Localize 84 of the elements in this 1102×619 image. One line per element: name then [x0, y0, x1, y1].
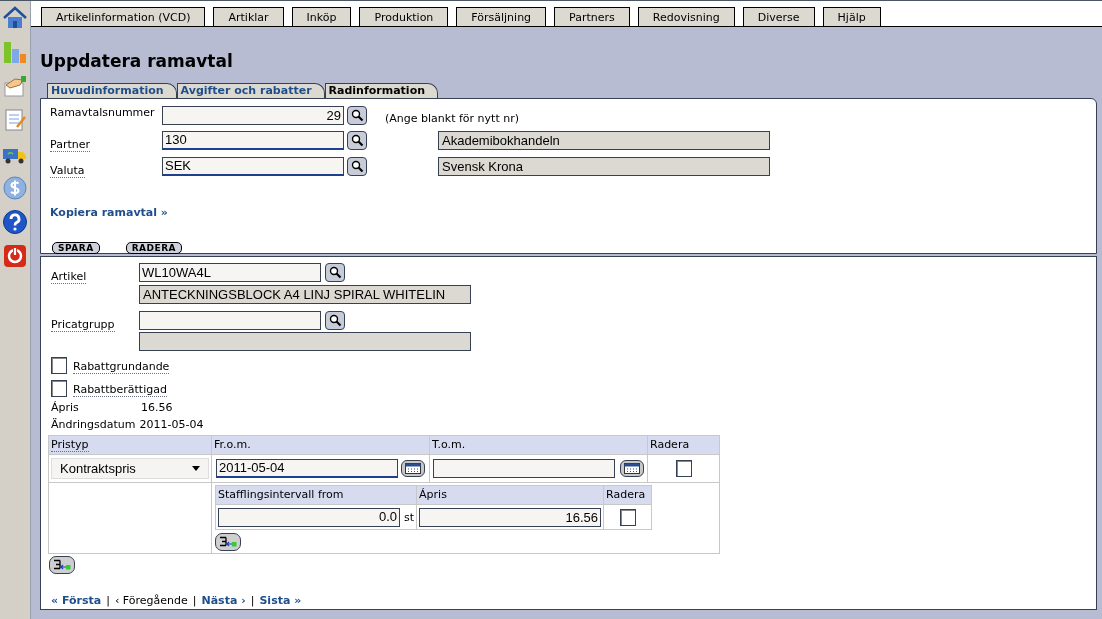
name-display: Svensk Krona	[438, 157, 770, 176]
price-type-dropdown[interactable]: Kontraktspris	[51, 458, 209, 479]
partner-field[interactable]: 130	[162, 131, 344, 150]
hint-text: (Ange blankt för nytt nr)	[385, 112, 519, 125]
column-header: Stafflingsintervall from	[215, 485, 417, 505]
search-button[interactable]	[347, 157, 367, 176]
pager-link[interactable]: « Första	[51, 594, 102, 608]
add-row-button[interactable]	[215, 533, 241, 551]
column-header: Radera	[647, 435, 720, 455]
field-label: Pricatgrupp	[51, 318, 115, 332]
info-value: 16.56	[141, 401, 173, 415]
currency-field[interactable]: SEK	[162, 157, 344, 176]
copy-link[interactable]: Kopiera ramavtal »	[50, 206, 168, 219]
calendar-button[interactable]	[401, 460, 425, 477]
help-icon[interactable]	[2, 209, 28, 235]
page-title: Uppdatera ramavtal	[40, 51, 234, 71]
to-date-field[interactable]	[433, 459, 615, 478]
column-header: T.o.m.	[429, 435, 648, 455]
info-label: Ändringsdatum	[51, 418, 136, 432]
form-tab[interactable]: Radinformation	[324, 83, 439, 98]
separator: |	[106, 594, 110, 608]
info-label: Ápris	[51, 401, 80, 415]
nav-tab[interactable]: Produktion	[359, 7, 449, 26]
field-label: Valuta	[50, 164, 85, 178]
search-icon	[350, 134, 364, 147]
search-icon	[350, 160, 364, 173]
checkbox[interactable]	[51, 380, 67, 397]
pager-link[interactable]: Nästa ›	[201, 594, 246, 608]
checkbox[interactable]	[675, 460, 692, 477]
pricat-field[interactable]	[139, 311, 321, 330]
column-header: Fr.o.m.	[211, 435, 430, 455]
caret-icon	[192, 466, 200, 471]
search-icon	[328, 314, 342, 327]
separator: |	[192, 594, 197, 608]
column-header: Ápris	[416, 485, 604, 505]
search-icon	[328, 266, 342, 279]
name-display: Akademibokhandeln	[438, 131, 770, 150]
search-button[interactable]	[347, 106, 367, 125]
field-label: Ramavtalsnummer	[50, 106, 155, 119]
nav-tab[interactable]: Försäljning	[456, 7, 547, 26]
nav-tab[interactable]: Partners	[554, 7, 630, 26]
calendar-icon	[405, 463, 421, 474]
nav-tab[interactable]: Diverse	[742, 7, 815, 26]
number-field[interactable]: 29	[162, 106, 344, 125]
action-button[interactable]: SPARA	[52, 242, 100, 254]
nav-tab[interactable]: Hjälp	[822, 7, 881, 26]
field-label: Partner	[50, 138, 90, 152]
power-icon[interactable]	[2, 243, 28, 269]
price-field[interactable]: 16.56	[419, 508, 602, 528]
nav-tab[interactable]: Artiklar	[213, 7, 284, 26]
search-button[interactable]	[347, 131, 367, 150]
article-field[interactable]: WL10WA4L	[139, 263, 321, 282]
info-value: 2011-05-04	[139, 418, 204, 432]
pager-link[interactable]: Sista »	[259, 594, 302, 608]
nav-tab[interactable]: Inköp	[291, 7, 352, 26]
separator: |	[250, 594, 255, 608]
interval-field[interactable]: 0.0	[218, 507, 400, 527]
checkbox[interactable]	[51, 357, 67, 374]
field-label: Artikel	[51, 270, 87, 284]
search-button[interactable]	[325, 311, 345, 330]
action-button[interactable]: RADERA	[125, 242, 183, 254]
hand-on-document-icon[interactable]	[2, 73, 28, 99]
calendar-button[interactable]	[620, 460, 644, 477]
form-tab[interactable]: Huvudinformation	[47, 83, 177, 98]
checkbox[interactable]	[619, 508, 636, 526]
dollar-coin-icon[interactable]	[2, 175, 28, 201]
from-date-field[interactable]: 2011-05-04	[216, 459, 398, 478]
nav-tab[interactable]: Artikelinformation (VCD)	[41, 7, 206, 26]
column-header: Radera	[603, 485, 652, 505]
add-row-button[interactable]	[49, 556, 75, 574]
notepad-icon[interactable]	[2, 107, 28, 133]
search-icon	[350, 109, 364, 122]
add-row-icon	[53, 559, 71, 571]
column-header: Pristyp	[48, 435, 212, 455]
nav-tab[interactable]: Redovisning	[637, 7, 735, 26]
field-label: Rabattberättigad	[73, 383, 167, 397]
field-label: Rabattgrundande	[73, 360, 170, 374]
search-button[interactable]	[325, 263, 345, 282]
article-description: ANTECKNINGSBLOCK A4 LINJ SPIRAL WHITELIN	[139, 285, 471, 304]
home-icon[interactable]	[2, 5, 28, 31]
calendar-icon	[624, 463, 640, 474]
form-tab[interactable]: Avgifter och rabatter	[176, 83, 325, 98]
add-row-icon	[219, 536, 237, 548]
unit-text: st	[404, 510, 415, 526]
